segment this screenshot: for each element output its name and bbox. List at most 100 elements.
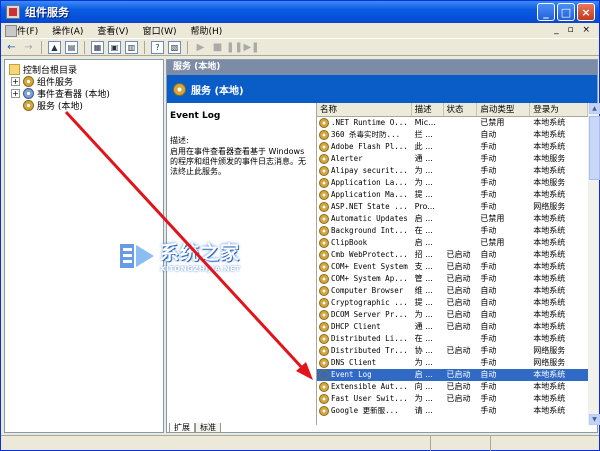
tab-standard[interactable]: 标准	[195, 423, 221, 433]
table-row[interactable]: COM+ Event System 支 ... 已启动 手动 本地系统	[317, 261, 588, 273]
help-icon[interactable]: ?	[151, 41, 164, 54]
vertical-scrollbar[interactable]: ▲ ▼	[588, 103, 600, 425]
table-row[interactable]: Alipay securit... 为 ... 手动 本地系统	[317, 165, 588, 177]
service-name-text: Fast User Swit...	[331, 394, 408, 403]
status-segment	[431, 436, 491, 451]
view-icon[interactable]: ▥	[125, 41, 138, 54]
cell-status: 已启动	[446, 262, 471, 271]
service-name-text: DHCP Client	[331, 322, 381, 331]
maximize-button[interactable]: □	[557, 3, 575, 21]
cell-name: Application Ma...	[317, 189, 412, 201]
table-row[interactable]: Google 更新服... 请 ... 手动 本地系统	[317, 405, 588, 417]
column-name[interactable]: 名称	[317, 103, 412, 116]
expand-icon[interactable]: +	[11, 89, 20, 98]
column-description[interactable]: 描述	[412, 103, 444, 116]
table-row[interactable]: DHCP Client 通 ... 已启动 自动 本地系统	[317, 321, 588, 333]
table-row[interactable]: .NET Runtime O... Mic... 已禁用 本地系统	[317, 117, 588, 129]
show-tree-icon[interactable]: ▤	[65, 41, 78, 54]
table-row[interactable]: ASP.NET State ... Pro... 手动 网络服务	[317, 201, 588, 213]
cell-description: 招 ...	[414, 250, 433, 259]
cell-description: 为 ...	[414, 166, 433, 175]
service-name-text: DNS Client	[331, 358, 377, 367]
menu-help[interactable]: 帮助(H)	[184, 24, 230, 37]
service-name-text: Cryptographic ...	[331, 298, 408, 307]
cell-description: 管 ...	[414, 274, 433, 283]
menu-window[interactable]: 窗口(W)	[136, 24, 184, 37]
menu-view[interactable]: 查看(V)	[90, 24, 135, 37]
table-row[interactable]: Cryptographic ... 提 ... 已启动 自动 本地系统	[317, 297, 588, 309]
table-row[interactable]: Background Int... 在 ... 手动 本地系统	[317, 225, 588, 237]
close-button[interactable]: ×	[577, 3, 595, 21]
table-row[interactable]: COM+ System Ap... 管 ... 已启动 手动 本地系统	[317, 273, 588, 285]
toolbar: ← → ▲ ▤ ▦ ▣ ▥ ? ▧ ▶ ■ ❚❚ ▶❚	[1, 40, 599, 56]
cell-description: Mic...	[414, 118, 436, 127]
column-status[interactable]: 状态	[444, 103, 478, 116]
table-row[interactable]: ClipBook 启 ... 已禁用 本地系统	[317, 237, 588, 249]
table-row[interactable]: Application La... 为 ... 手动 本地服务	[317, 177, 588, 189]
cell-status	[444, 225, 478, 237]
service-name-text: Background Int...	[331, 226, 408, 235]
service-gear-icon	[319, 382, 329, 392]
cell-log-on-as: 本地系统	[533, 298, 566, 307]
column-startup-type[interactable]: 启动类型	[477, 103, 531, 116]
table-row[interactable]: DCOM Server Pr... 为 ... 已启动 自动 本地系统	[317, 309, 588, 321]
cell-description: 支 ...	[414, 262, 433, 271]
service-gear-icon	[319, 262, 329, 272]
service-name-text: .NET Runtime O...	[331, 118, 408, 127]
table-row[interactable]: Adobe Flash Pl... 此 ... 手动 本地系统	[317, 141, 588, 153]
stop-icon[interactable]: ■	[211, 41, 224, 54]
back-arrow-icon[interactable]: ←	[5, 41, 18, 54]
column-log-on-as[interactable]: 登录为	[530, 103, 588, 116]
cell-description: 向 ...	[414, 382, 433, 391]
service-gear-icon	[319, 118, 329, 128]
play-icon[interactable]: ▶	[194, 41, 207, 54]
cell-startup-type: 手动	[480, 190, 497, 199]
pause-icon[interactable]: ❚❚	[226, 41, 243, 54]
cell-log-on-as: 本地系统	[533, 250, 566, 259]
service-name-text: Distributed Tr...	[331, 346, 408, 355]
cell-startup-type: 手动	[480, 406, 497, 415]
service-name-text: Event Log	[331, 369, 372, 381]
export-icon[interactable]: ▣	[108, 41, 121, 54]
cell-description: 通 ...	[414, 154, 433, 163]
tree-item-services[interactable]: 服务 (本地)	[23, 99, 83, 112]
cell-name: Extensible Aut...	[317, 381, 412, 393]
console-icon[interactable]: ▧	[168, 41, 181, 54]
table-row[interactable]: Automatic Updates 启 ... 已禁用 本地系统	[317, 213, 588, 225]
table-row[interactable]: Alerter 通 ... 手动 本地服务	[317, 153, 588, 165]
expand-icon[interactable]: +	[11, 77, 20, 86]
scroll-thumb[interactable]	[589, 116, 600, 180]
service-gear-icon	[319, 142, 329, 152]
cell-status	[444, 177, 478, 189]
restart-icon[interactable]: ▶❚	[243, 41, 259, 54]
table-row[interactable]: Cmb WebProtect... 招 ... 已启动 自动 本地系统	[317, 249, 588, 261]
cell-status	[444, 201, 478, 213]
menu-action[interactable]: 操作(A)	[45, 24, 90, 37]
table-row[interactable]: DNS Client 为 ... 手动 网络服务	[317, 357, 588, 369]
title-bar[interactable]: 组件服务 _ □ ×	[1, 1, 599, 23]
cell-log-on-as: 本地系统	[533, 286, 566, 295]
cell-name: Adobe Flash Pl...	[317, 141, 412, 153]
table-row[interactable]: Extensible Aut... 向 ... 已启动 手动 本地系统	[317, 381, 588, 393]
cell-log-on-as: 本地系统	[533, 226, 566, 235]
toolbar-separator	[187, 41, 188, 54]
properties-icon[interactable]: ▦	[91, 41, 104, 54]
console-menu-icon[interactable]	[5, 25, 17, 37]
table-row[interactable]: Distributed Tr... 协 ... 已启动 手动 网络服务	[317, 345, 588, 357]
tab-extended[interactable]: 扩展	[169, 423, 195, 433]
table-row[interactable]: Event Log 启 ... 已启动 自动 本地系统	[317, 369, 588, 381]
table-row[interactable]: Distributed Li... 在 ... 手动 本地系统	[317, 333, 588, 345]
mmc-window: 组件服务 _ □ × 文件(F) 操作(A) 查看(V) 窗口(W) 帮助(H)…	[0, 0, 600, 451]
table-row[interactable]: Computer Browser 维 ... 已启动 自动 本地系统	[317, 285, 588, 297]
up-icon[interactable]: ▲	[48, 41, 61, 54]
child-window-controls[interactable]: _ ▫ ×	[554, 25, 593, 35]
scroll-up-icon[interactable]: ▲	[589, 103, 600, 114]
minimize-button[interactable]: _	[537, 3, 555, 21]
description-label: 描述:	[170, 136, 189, 145]
table-row[interactable]: Application Ma... 提 ... 手动 本地系统	[317, 189, 588, 201]
cell-description: 维 ...	[414, 286, 433, 295]
table-row[interactable]: 360 杀毒实时防... 拦 ... 自动 本地系统	[317, 129, 588, 141]
table-row[interactable]: Fast User Swit... 为 ... 已启动 手动 本地系统	[317, 393, 588, 405]
service-name-text: Distributed Li...	[331, 334, 408, 343]
forward-arrow-icon[interactable]: →	[22, 41, 35, 54]
